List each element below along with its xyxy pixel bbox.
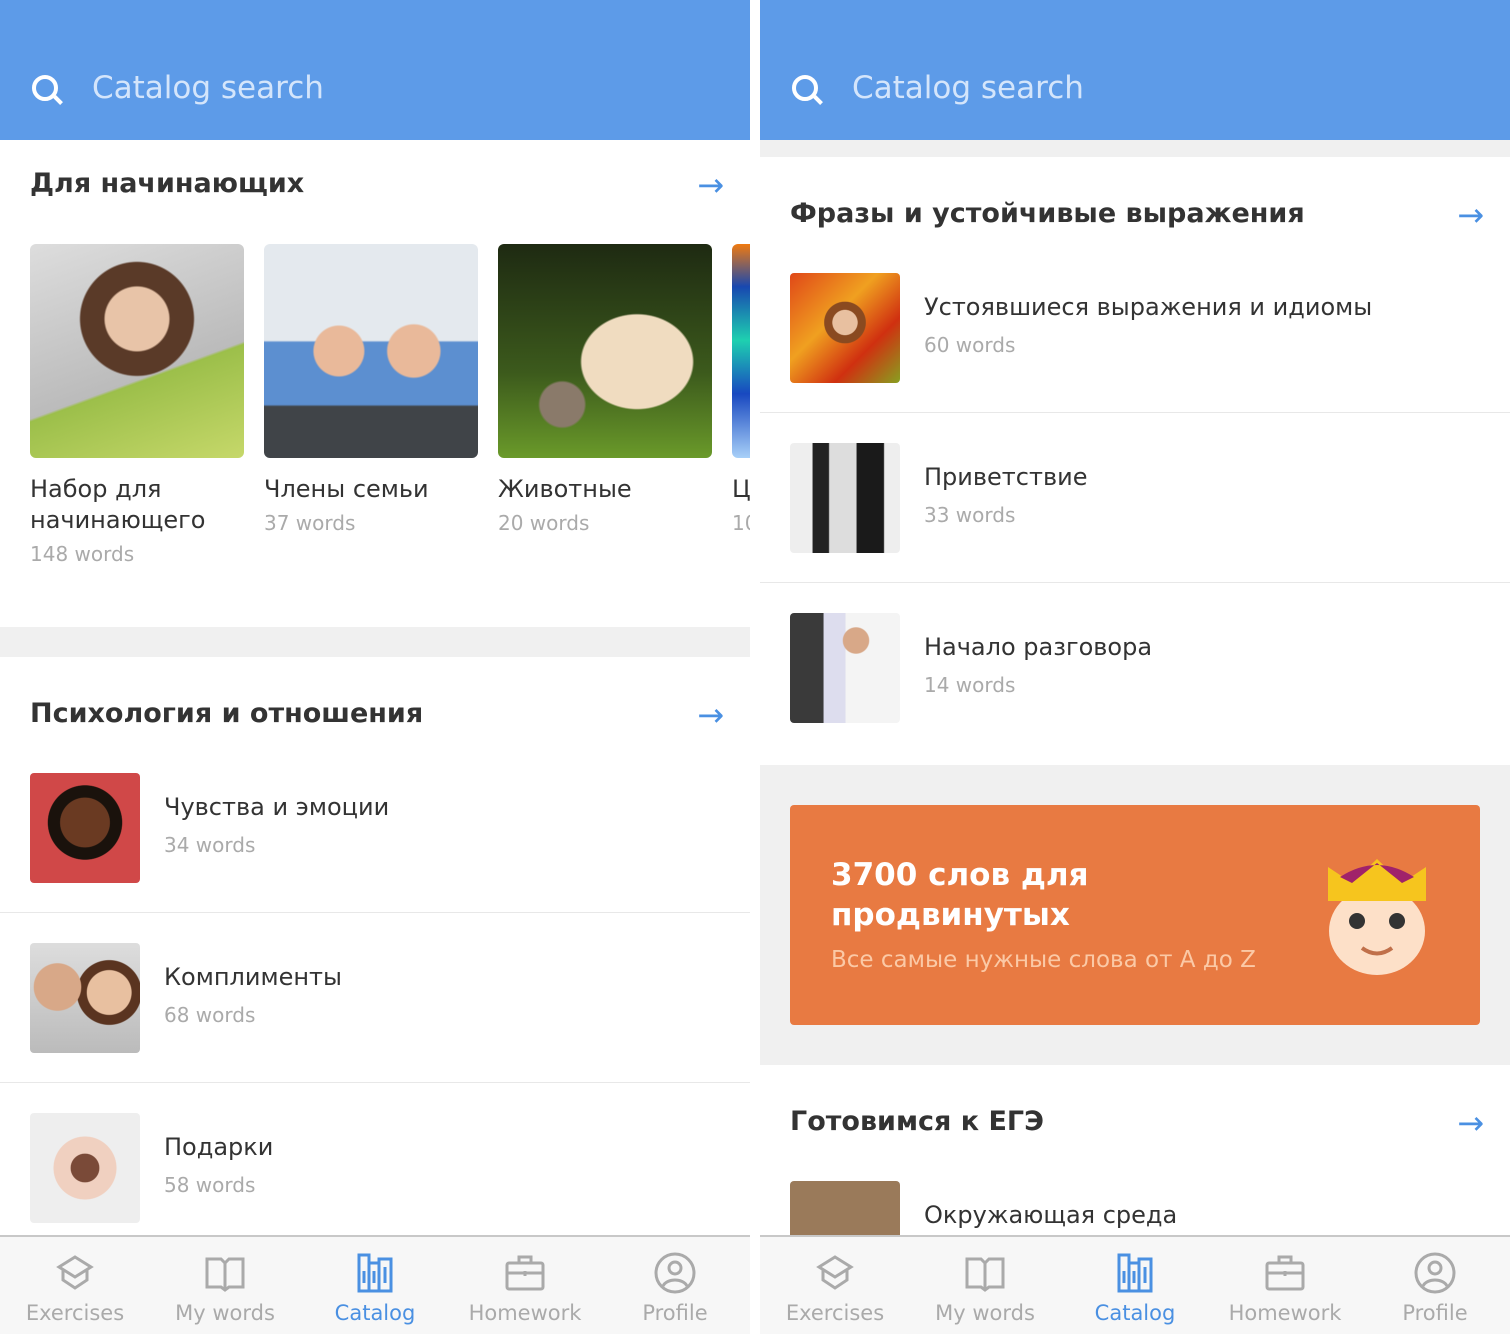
separator bbox=[760, 412, 1510, 413]
tab-exercises[interactable]: Exercises bbox=[760, 1237, 910, 1334]
graduation-cap-icon bbox=[816, 1255, 854, 1290]
section-title: Психология и отношения bbox=[30, 698, 424, 729]
card-title: Ц bbox=[732, 475, 750, 503]
catalog-card[interactable]: Набор для начинающего 148 words bbox=[30, 244, 244, 566]
item-count: 34 words bbox=[164, 833, 256, 857]
left-screen: Для начинающих → Набор для начинающего 14… bbox=[0, 0, 750, 1334]
separator bbox=[760, 582, 1510, 583]
list-item[interactable]: Комплименты 68 words bbox=[0, 943, 750, 1113]
tab-label: Exercises bbox=[25, 1301, 125, 1325]
separator bbox=[0, 1082, 750, 1083]
item-image bbox=[790, 613, 900, 723]
card-image bbox=[264, 244, 478, 458]
search-input[interactable] bbox=[92, 70, 652, 106]
item-image bbox=[30, 773, 140, 883]
arrow-right-icon[interactable]: → bbox=[1457, 1104, 1484, 1142]
list-item[interactable]: Приветствие 33 words bbox=[760, 443, 1510, 613]
tab-my-words[interactable]: My words bbox=[150, 1237, 300, 1334]
briefcase-icon bbox=[505, 1255, 545, 1291]
tab-catalog[interactable]: Catalog bbox=[300, 1237, 450, 1334]
tab-homework[interactable]: Homework bbox=[450, 1237, 600, 1334]
card-image bbox=[732, 244, 750, 458]
card-count: 20 words bbox=[498, 511, 590, 535]
bottom-nav: Exercises My words Catalog Homework Prof… bbox=[760, 1235, 1510, 1334]
item-title: Комплименты bbox=[164, 963, 342, 991]
arrow-right-icon[interactable]: → bbox=[1457, 196, 1484, 234]
item-count: 58 words bbox=[164, 1173, 256, 1197]
tab-exercises[interactable]: Exercises bbox=[0, 1237, 150, 1334]
item-image bbox=[790, 443, 900, 553]
banner-title: 3700 слов для продвинутых bbox=[831, 857, 1089, 933]
item-count: 60 words bbox=[924, 333, 1016, 357]
tab-label: Catalog bbox=[1094, 1301, 1176, 1325]
item-image bbox=[30, 1113, 140, 1223]
card-count: 148 words bbox=[30, 542, 135, 566]
section-title: Фразы и устойчивые выражения bbox=[790, 198, 1305, 229]
graduation-cap-icon bbox=[56, 1255, 94, 1290]
search-bar bbox=[0, 0, 750, 140]
card-image bbox=[498, 244, 712, 458]
tab-label: My words bbox=[935, 1301, 1035, 1325]
tab-label: Homework bbox=[468, 1301, 582, 1325]
right-screen: Фразы и устойчивые выражения → Устоявшие… bbox=[760, 0, 1510, 1334]
item-title: Чувства и эмоции bbox=[164, 793, 390, 821]
tab-my-words[interactable]: My words bbox=[910, 1237, 1060, 1334]
tab-profile[interactable]: Profile bbox=[1360, 1237, 1510, 1334]
king-avatar-icon bbox=[1328, 859, 1426, 975]
search-icon bbox=[32, 75, 58, 101]
search-input[interactable] bbox=[852, 70, 1412, 106]
item-count: 14 words bbox=[924, 673, 1016, 697]
section-divider bbox=[760, 140, 1510, 157]
tab-label: My words bbox=[175, 1301, 275, 1325]
tab-label: Catalog bbox=[334, 1301, 416, 1325]
list-item[interactable]: Начало разговора 14 words bbox=[760, 613, 1510, 783]
section-title: Готовимся к ЕГЭ bbox=[790, 1106, 1044, 1137]
catalog-card[interactable]: Члены семьи 37 words bbox=[264, 244, 478, 535]
catalog-card[interactable]: Ц 10 bbox=[732, 244, 750, 535]
card-title: Набор для начинающего bbox=[30, 475, 206, 534]
briefcase-icon bbox=[1265, 1255, 1305, 1291]
item-image bbox=[790, 273, 900, 383]
search-icon bbox=[792, 75, 818, 101]
promo-banner[interactable]: 3700 слов для продвинутых Все самые нужн… bbox=[790, 805, 1480, 1025]
bottom-nav: Exercises My words Catalog Homework Prof… bbox=[0, 1235, 750, 1334]
item-count: 68 words bbox=[164, 1003, 256, 1027]
item-title: Окружающая среда bbox=[924, 1201, 1178, 1229]
item-title: Приветствие bbox=[924, 463, 1088, 491]
item-title: Устоявшиеся выражения и идиомы bbox=[924, 293, 1373, 321]
catalog-icon bbox=[357, 1253, 393, 1293]
item-title: Начало разговора bbox=[924, 633, 1153, 661]
card-title: Члены семьи bbox=[264, 475, 429, 503]
list-item[interactable]: Чувства и эмоции 34 words bbox=[0, 773, 750, 943]
list-item[interactable]: Устоявшиеся выражения и идиомы 60 words bbox=[760, 273, 1510, 443]
catalog-card[interactable]: Животные 20 words bbox=[498, 244, 712, 535]
book-icon bbox=[205, 1257, 245, 1292]
section-title: Для начинающих bbox=[30, 168, 305, 199]
profile-icon bbox=[1414, 1252, 1456, 1294]
card-count: 10 bbox=[732, 511, 750, 535]
tab-homework[interactable]: Homework bbox=[1210, 1237, 1360, 1334]
catalog-icon bbox=[1117, 1253, 1153, 1293]
tab-catalog[interactable]: Catalog bbox=[1060, 1237, 1210, 1334]
banner-subtitle: Все самые нужные слова от A до Z bbox=[831, 947, 1256, 973]
book-icon bbox=[965, 1257, 1005, 1292]
section-divider bbox=[0, 627, 750, 657]
item-count: 33 words bbox=[924, 503, 1016, 527]
profile-icon bbox=[654, 1252, 696, 1294]
separator bbox=[0, 912, 750, 913]
arrow-right-icon[interactable]: → bbox=[697, 166, 724, 204]
card-image bbox=[30, 244, 244, 458]
tab-label: Homework bbox=[1228, 1301, 1342, 1325]
tab-profile[interactable]: Profile bbox=[600, 1237, 750, 1334]
arrow-right-icon[interactable]: → bbox=[697, 696, 724, 734]
card-title: Животные bbox=[498, 475, 632, 503]
item-title: Подарки bbox=[164, 1133, 274, 1161]
tab-label: Exercises bbox=[785, 1301, 885, 1325]
item-image bbox=[30, 943, 140, 1053]
search-bar bbox=[760, 0, 1510, 140]
tab-label: Profile bbox=[642, 1301, 708, 1325]
tab-label: Profile bbox=[1402, 1301, 1468, 1325]
card-count: 37 words bbox=[264, 511, 356, 535]
